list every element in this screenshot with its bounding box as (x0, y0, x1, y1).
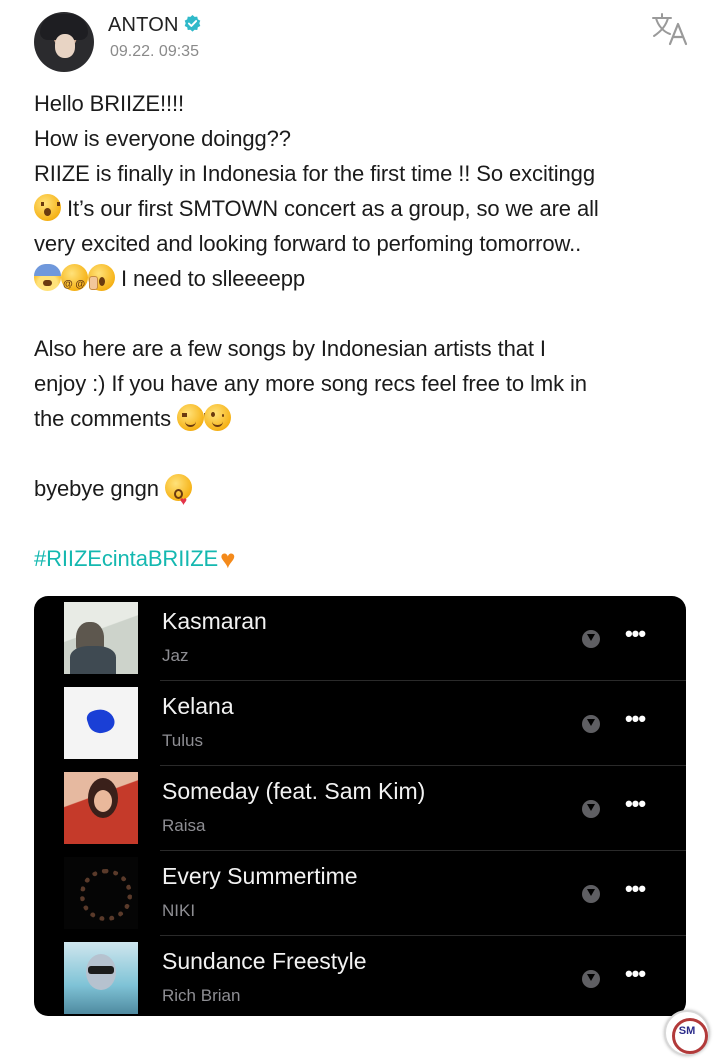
track-artist: Jaz (162, 646, 189, 665)
download-icon[interactable] (582, 715, 600, 733)
post-line-text: byebye gngn (34, 476, 159, 501)
more-options-icon[interactable]: ••• (620, 877, 650, 907)
track-row[interactable]: Kelana Tulus ••• (34, 681, 686, 766)
track-artist: Rich Brian (162, 986, 241, 1005)
post-line-with-emoji: It’s our first SMTOWN concert as a group… (34, 191, 694, 226)
post-line: RIIZE is finally in Indonesia for the fi… (34, 161, 595, 186)
screaming-face-emoji-icon (88, 264, 115, 291)
track-artist: Raisa (162, 816, 206, 835)
author-name[interactable]: ANTON (108, 14, 202, 37)
post-line-with-emoji: I need to slleeeepp (34, 261, 694, 302)
more-options-icon[interactable]: ••• (620, 792, 650, 822)
author-name-text: ANTON (108, 14, 179, 36)
album-cover (64, 942, 138, 1014)
music-playlist: Kasmaran Jaz ••• Kelana Tulus ••• Someda… (34, 596, 686, 1016)
download-icon[interactable] (582, 970, 600, 988)
post-line-with-emoji: byebye gngn (34, 471, 694, 519)
track-artist: Tulus (162, 731, 203, 750)
track-title: Sundance Freestyle (162, 948, 367, 974)
post-line: Hello BRIIZE!!!! (34, 91, 184, 116)
hashtag-line: #RIIZEcintaBRIIZE♥ (34, 541, 694, 577)
track-title: Every Summertime (162, 863, 358, 889)
post-line-text: It’s our first SMTOWN concert as a group… (67, 196, 599, 221)
album-cover (64, 687, 138, 759)
album-cover (64, 602, 138, 674)
hashtag-link[interactable]: #RIIZEcintaBRIIZE (34, 546, 218, 571)
post-line: enjoy :) If you have any more song recs … (34, 371, 587, 396)
download-icon[interactable] (582, 885, 600, 903)
relieved-face-emoji-icon (176, 404, 209, 431)
more-options-icon[interactable]: ••• (620, 962, 650, 992)
kissing-face-emoji-icon (164, 474, 192, 519)
post-line-text: I need to slleeeepp (121, 266, 306, 291)
post-header: ANTON 09.22. 09:35 (34, 10, 696, 74)
fearful-face-emoji-icon (34, 264, 61, 291)
track-row[interactable]: Every Summertime NIKI ••• (34, 851, 686, 936)
album-cover (64, 857, 138, 929)
translate-icon[interactable] (650, 10, 690, 48)
post-line: Also here are a few songs by Indonesian … (34, 336, 546, 361)
post-line-with-emoji: the comments (34, 401, 694, 436)
track-title: Someday (feat. Sam Kim) (162, 778, 426, 804)
more-options-icon[interactable]: ••• (620, 622, 650, 652)
orange-heart-icon: ♥ (220, 544, 236, 574)
post-line-text: the comments (34, 406, 171, 431)
post-line: very excited and looking forward to perf… (34, 231, 582, 256)
verified-badge-icon (184, 14, 200, 32)
hushed-face-emoji-icon (34, 194, 61, 221)
track-row[interactable]: Someday (feat. Sam Kim) Raisa ••• (34, 766, 686, 851)
track-row[interactable]: Kasmaran Jaz ••• (34, 596, 686, 681)
post-timestamp: 09.22. 09:35 (110, 43, 199, 60)
track-row[interactable]: Sundance Freestyle Rich Brian ••• (34, 936, 686, 1016)
album-cover (64, 772, 138, 844)
download-icon[interactable] (582, 800, 600, 818)
dizzy-face-emoji-icon (61, 264, 88, 302)
track-title: Kelana (162, 693, 234, 719)
more-options-icon[interactable]: ••• (620, 707, 650, 737)
winking-face-emoji-icon (203, 404, 231, 431)
download-icon[interactable] (582, 630, 600, 648)
track-title: Kasmaran (162, 608, 267, 634)
post-line: How is everyone doingg?? (34, 126, 291, 151)
sm-logo-watermark: SM (664, 1010, 710, 1056)
avatar[interactable] (34, 12, 94, 72)
post-body: Hello BRIIZE!!!! How is everyone doingg?… (34, 86, 694, 577)
track-artist: NIKI (162, 901, 196, 920)
